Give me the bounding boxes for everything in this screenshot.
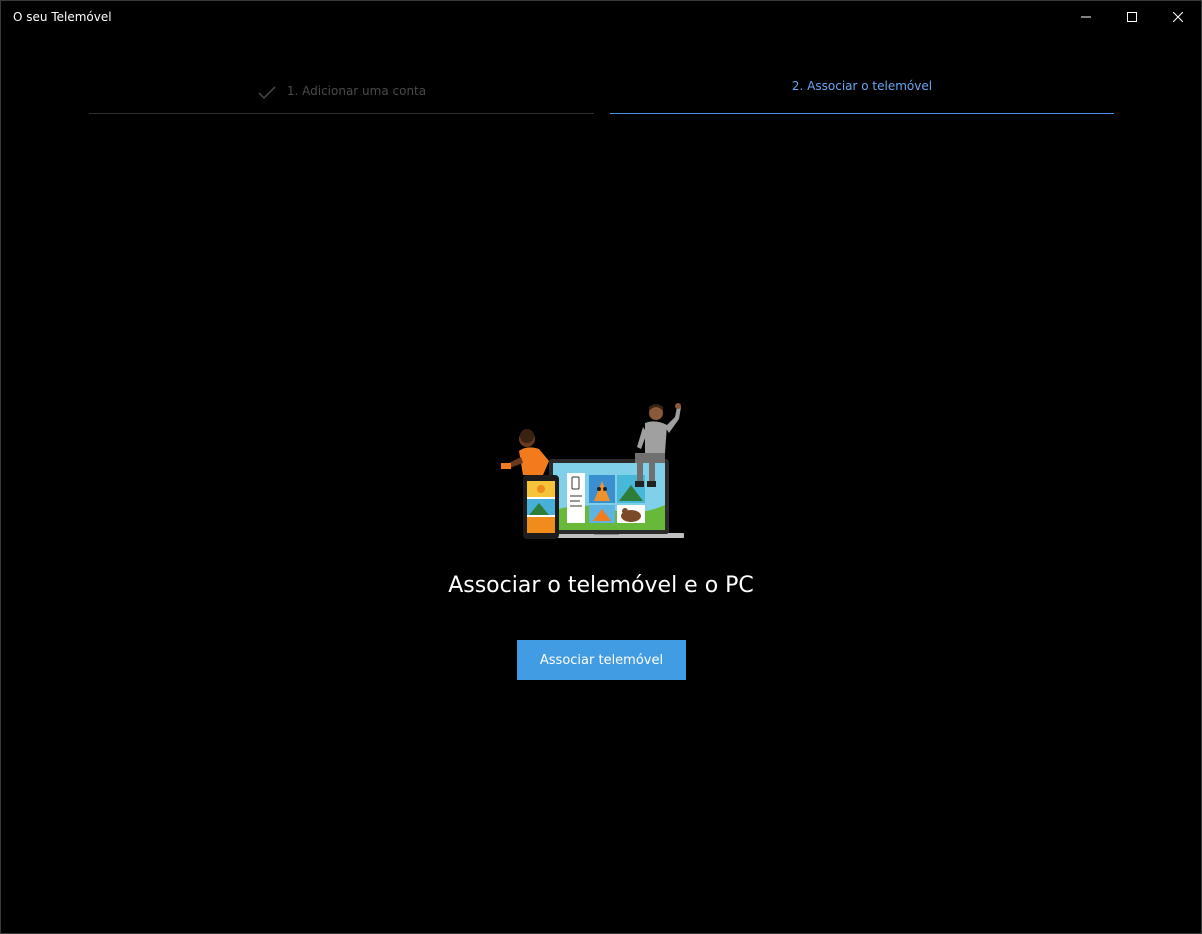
people-devices-illustration: [499, 401, 687, 543]
maximize-button[interactable]: [1109, 1, 1155, 33]
maximize-icon: [1127, 12, 1137, 22]
app-window: O seu Telemóvel 1. Adicionar uma conta 2…: [0, 0, 1202, 934]
page-heading: Associar o telemóvel e o PC: [448, 573, 754, 598]
window-title: O seu Telemóvel: [13, 10, 112, 24]
link-phone-button[interactable]: Associar telemóvel: [517, 640, 686, 680]
check-icon: [257, 83, 277, 103]
stepper: 1. Adicionar uma conta 2. Associar o tel…: [89, 71, 1114, 114]
close-button[interactable]: [1155, 1, 1201, 33]
close-icon: [1173, 12, 1183, 22]
step-add-account-label: 1. Adicionar uma conta: [286, 84, 427, 98]
step-add-account: 1. Adicionar uma conta: [89, 71, 594, 114]
title-bar[interactable]: O seu Telemóvel: [1, 1, 1201, 33]
minimize-button[interactable]: [1063, 1, 1109, 33]
step-link-phone-label: 2. Associar o telemóvel: [791, 79, 933, 93]
minimize-icon: [1081, 16, 1091, 18]
step-link-phone: 2. Associar o telemóvel: [610, 71, 1114, 114]
